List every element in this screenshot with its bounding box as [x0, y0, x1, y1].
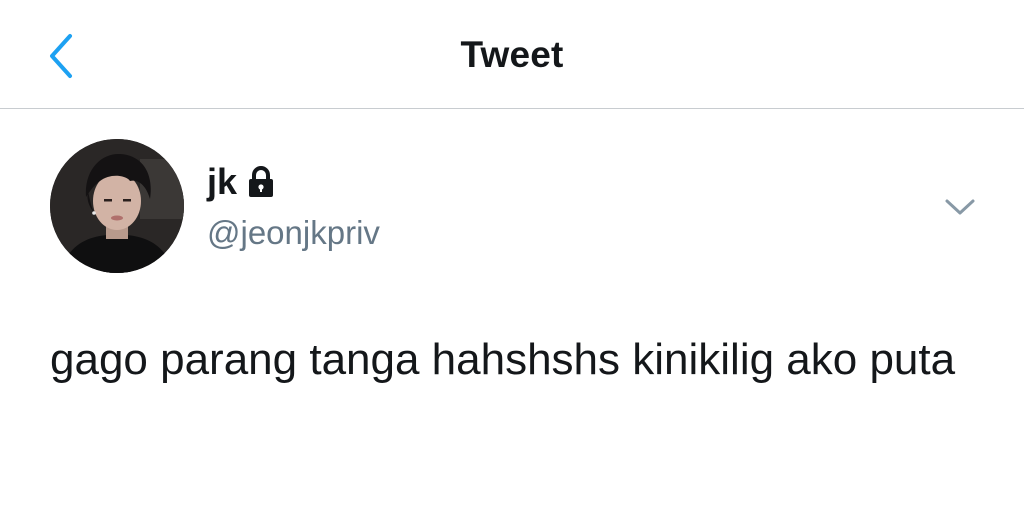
- page-title: Tweet: [460, 34, 564, 75]
- chevron-down-icon: [945, 199, 975, 215]
- avatar-photo: [50, 139, 184, 273]
- author-name-row[interactable]: jk: [207, 160, 277, 204]
- username[interactable]: @jeonjkpriv: [207, 214, 380, 251]
- lock-icon: [249, 166, 274, 197]
- tweet-menu-button[interactable]: [940, 192, 980, 222]
- display-name[interactable]: jk: [207, 164, 237, 200]
- tweet-text: gago parang tanga hahshshs kinikilig ako…: [50, 335, 956, 384]
- avatar[interactable]: [50, 139, 184, 273]
- top-nav-bar: Tweet: [0, 0, 1024, 109]
